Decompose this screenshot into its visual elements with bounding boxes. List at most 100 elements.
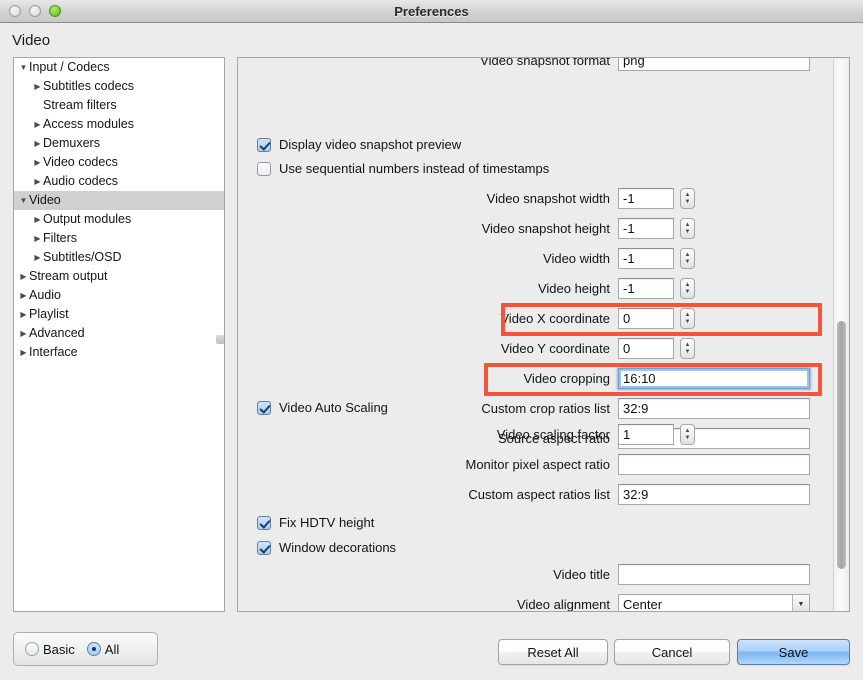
chevron-right-icon[interactable]: ▶ bbox=[18, 324, 29, 343]
video-y-coordinate-stepper[interactable]: ▲ ▼ bbox=[680, 338, 695, 359]
sidebar-item-audio[interactable]: ▶ Audio bbox=[14, 286, 224, 305]
chevron-up-icon[interactable]: ▲ bbox=[685, 428, 691, 434]
fix-hdtv-height-checkbox[interactable] bbox=[257, 515, 271, 530]
sidebar-item-playlist[interactable]: ▶ Playlist bbox=[14, 305, 224, 324]
chevron-down-icon[interactable]: ▼ bbox=[685, 435, 691, 441]
video-alignment-select[interactable]: Center ▼ bbox=[618, 594, 810, 612]
chevron-down-icon[interactable]: ▼ bbox=[685, 199, 691, 205]
minimize-button[interactable] bbox=[29, 5, 41, 17]
sidebar-item-subtitles-codecs[interactable]: ▶ Subtitles codecs bbox=[14, 77, 224, 96]
chevron-down-icon[interactable]: ▼ bbox=[685, 289, 691, 295]
sidebar-item-video[interactable]: ▼ Video bbox=[14, 191, 224, 210]
display-snapshot-preview-checkbox-row[interactable]: Display video snapshot preview bbox=[257, 137, 461, 152]
video-title-row: Video title bbox=[238, 562, 833, 587]
sidebar-item-input-codecs[interactable]: ▼ Input / Codecs bbox=[14, 58, 224, 77]
mode-all-radio[interactable] bbox=[86, 642, 101, 656]
custom-aspect-ratios-input[interactable]: 32:9 bbox=[618, 484, 810, 505]
chevron-down-icon[interactable]: ▼ bbox=[18, 58, 29, 77]
mode-basic-option[interactable]: Basic bbox=[25, 642, 75, 657]
sidebar-item-stream-output[interactable]: ▶ Stream output bbox=[14, 267, 224, 286]
chevron-right-icon[interactable]: ▶ bbox=[32, 229, 43, 248]
video-title-input[interactable] bbox=[618, 564, 810, 585]
video-snapshot-width-stepper[interactable]: ▲ ▼ bbox=[680, 188, 695, 209]
video-width-stepper[interactable]: ▲ ▼ bbox=[680, 248, 695, 269]
sidebar-item-subtitles-osd[interactable]: ▶ Subtitles/OSD bbox=[14, 248, 224, 267]
reset-all-button[interactable]: Reset All bbox=[498, 639, 608, 665]
video-scaling-factor-input[interactable]: 1 bbox=[618, 424, 674, 445]
sidebar-scroll-indicator[interactable] bbox=[216, 335, 224, 344]
chevron-up-icon[interactable]: ▲ bbox=[685, 192, 691, 198]
sidebar-tree[interactable]: ▼ Input / Codecs ▶ Subtitles codecs Stream f… bbox=[14, 58, 224, 362]
custom-crop-ratios-input[interactable]: 32:9 bbox=[618, 398, 810, 419]
sidebar-item-label: Subtitles/OSD bbox=[43, 250, 122, 264]
mode-segmented-control[interactable]: Basic All bbox=[13, 632, 158, 666]
mode-all-option[interactable]: All bbox=[86, 642, 119, 657]
video-y-coordinate-input[interactable]: 0 bbox=[618, 338, 674, 359]
video-auto-scaling-checkbox-row[interactable]: Video Auto Scaling bbox=[257, 400, 388, 415]
sidebar-item-filters[interactable]: ▶ Filters bbox=[14, 229, 224, 248]
chevron-right-icon[interactable]: ▶ bbox=[32, 248, 43, 267]
chevron-right-icon[interactable]: ▶ bbox=[32, 134, 43, 153]
chevron-right-icon[interactable]: ▶ bbox=[32, 172, 43, 191]
save-button[interactable]: Save bbox=[737, 639, 850, 665]
chevron-up-icon[interactable]: ▲ bbox=[685, 312, 691, 318]
content-scrollbar-thumb[interactable] bbox=[837, 321, 846, 569]
fix-hdtv-height-checkbox-row[interactable]: Fix HDTV height bbox=[257, 515, 374, 530]
content-scrollbar[interactable] bbox=[833, 59, 848, 611]
video-alignment-label: Video alignment bbox=[517, 597, 610, 612]
chevron-up-icon[interactable]: ▲ bbox=[685, 252, 691, 258]
window-decorations-checkbox-row[interactable]: Window decorations bbox=[257, 540, 396, 555]
window-decorations-checkbox[interactable] bbox=[257, 540, 271, 555]
video-snapshot-width-row: Video snapshot width -1 ▲ ▼ bbox=[238, 186, 833, 211]
chevron-right-icon[interactable]: ▶ bbox=[32, 115, 43, 134]
chevron-right-icon[interactable]: ▶ bbox=[18, 343, 29, 362]
sidebar-item-access-modules[interactable]: ▶ Access modules bbox=[14, 115, 224, 134]
chevron-right-icon[interactable]: ▶ bbox=[32, 153, 43, 172]
sidebar-item-interface[interactable]: ▶ Interface bbox=[14, 343, 224, 362]
monitor-pixel-aspect-ratio-input[interactable] bbox=[618, 454, 810, 475]
preferences-sidebar[interactable]: ▼ Input / Codecs ▶ Subtitles codecs Stream f… bbox=[13, 57, 225, 612]
video-scaling-factor-stepper[interactable]: ▲ ▼ bbox=[680, 424, 695, 445]
zoom-button[interactable] bbox=[49, 5, 61, 17]
video-snapshot-format-input[interactable]: png bbox=[618, 58, 810, 71]
chevron-up-icon[interactable]: ▲ bbox=[685, 222, 691, 228]
use-sequential-numbers-checkbox[interactable] bbox=[257, 161, 271, 176]
video-height-stepper[interactable]: ▲ ▼ bbox=[680, 278, 695, 299]
sidebar-item-stream-filters[interactable]: Stream filters bbox=[14, 96, 224, 115]
chevron-down-icon[interactable]: ▼ bbox=[18, 191, 29, 210]
video-snapshot-height-input[interactable]: -1 bbox=[618, 218, 674, 239]
chevron-right-icon[interactable]: ▶ bbox=[18, 267, 29, 286]
video-x-coordinate-stepper[interactable]: ▲ ▼ bbox=[680, 308, 695, 329]
chevron-down-icon[interactable]: ▼ bbox=[685, 229, 691, 235]
video-snapshot-width-input[interactable]: -1 bbox=[618, 188, 674, 209]
chevron-down-icon[interactable]: ▼ bbox=[685, 319, 691, 325]
cancel-button[interactable]: Cancel bbox=[614, 639, 730, 665]
chevron-up-icon[interactable]: ▲ bbox=[685, 342, 691, 348]
chevron-right-icon[interactable]: ▶ bbox=[32, 210, 43, 229]
video-width-input[interactable]: -1 bbox=[618, 248, 674, 269]
use-sequential-numbers-checkbox-row[interactable]: Use sequential numbers instead of timest… bbox=[257, 161, 549, 176]
sidebar-item-demuxers[interactable]: ▶ Demuxers bbox=[14, 134, 224, 153]
chevron-right-icon[interactable]: ▶ bbox=[18, 286, 29, 305]
video-cropping-input[interactable]: 16:10 bbox=[618, 368, 810, 389]
chevron-down-icon[interactable]: ▼ bbox=[685, 259, 691, 265]
sidebar-item-label: Filters bbox=[43, 231, 78, 245]
chevron-up-icon[interactable]: ▲ bbox=[685, 282, 691, 288]
sidebar-item-audio-codecs[interactable]: ▶ Audio codecs bbox=[14, 172, 224, 191]
sidebar-item-output-modules[interactable]: ▶ Output modules bbox=[14, 210, 224, 229]
mode-basic-radio[interactable] bbox=[25, 642, 39, 656]
monitor-pixel-aspect-ratio-row: Monitor pixel aspect ratio bbox=[238, 452, 833, 477]
chevron-down-icon[interactable]: ▼ bbox=[685, 349, 691, 355]
chevron-right-icon[interactable]: ▶ bbox=[32, 77, 43, 96]
chevron-right-icon[interactable]: ▶ bbox=[18, 305, 29, 324]
video-auto-scaling-checkbox[interactable] bbox=[257, 400, 271, 415]
sidebar-item-video-codecs[interactable]: ▶ Video codecs bbox=[14, 153, 224, 172]
close-button[interactable] bbox=[9, 5, 21, 17]
video-x-coordinate-input[interactable]: 0 bbox=[618, 308, 674, 329]
sidebar-item-advanced[interactable]: ▶ Advanced bbox=[14, 324, 224, 343]
display-snapshot-preview-checkbox[interactable] bbox=[257, 137, 271, 152]
video-alignment-value: Center bbox=[623, 597, 663, 612]
video-height-input[interactable]: -1 bbox=[618, 278, 674, 299]
video-snapshot-height-stepper[interactable]: ▲ ▼ bbox=[680, 218, 695, 239]
chevron-down-icon[interactable]: ▼ bbox=[792, 595, 809, 611]
